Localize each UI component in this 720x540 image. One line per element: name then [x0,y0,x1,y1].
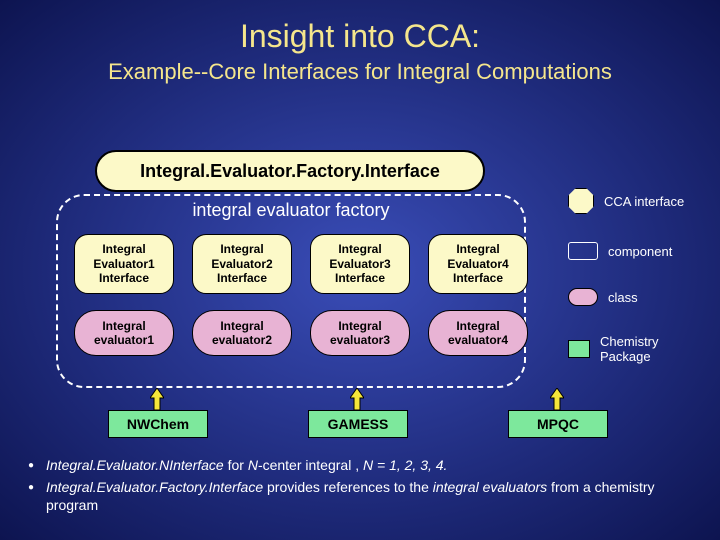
bullet-2: Integral.Evaluator.Factory.Interface pro… [28,478,700,514]
evaluator1-interface-box: Integral Evaluator1 Interface [74,234,174,294]
text: -center integral , [258,457,363,473]
evaluator3-class-box: Integral evaluator3 [310,310,410,356]
text: N [248,457,258,473]
bullet-1: Integral.Evaluator.NInterface for N-cent… [28,456,700,474]
class-row: Integral evaluator1 Integral evaluator2 … [74,310,528,356]
evaluator4-class-box: Integral evaluator4 [428,310,528,356]
octagon-icon [568,188,594,214]
evaluator3-interface-box: Integral Evaluator3 Interface [310,234,410,294]
legend-class: class [568,288,708,306]
legend-chemistry-package: Chemistry Package [568,334,708,364]
text: provides references to the [263,479,433,495]
square-icon [568,340,590,358]
arrow-gamess [350,388,364,410]
arrow-nwchem [150,388,164,410]
text: N = 1, 2, 3, 4. [363,457,447,473]
text: integral evaluators [433,479,547,495]
package-row: NWChem GAMESS MPQC [108,410,608,438]
bullet-list: Integral.Evaluator.NInterface for N-cent… [28,456,700,519]
legend-label: component [608,244,672,259]
package-nwchem: NWChem [108,410,208,438]
evaluator1-class-box: Integral evaluator1 [74,310,174,356]
slide-title: Insight into CCA: [0,0,720,55]
factory-interface-box: Integral.Evaluator.Factory.Interface [95,150,485,192]
legend-component: component [568,242,708,260]
package-mpqc: MPQC [508,410,608,438]
legend-label: Chemistry Package [600,334,708,364]
text: for [224,457,248,473]
evaluator2-interface-box: Integral Evaluator2 Interface [192,234,292,294]
slide-subtitle: Example--Core Interfaces for Integral Co… [0,55,720,85]
evaluator4-interface-box: Integral Evaluator4 Interface [428,234,528,294]
legend-label: CCA interface [604,194,684,209]
legend: CCA interface component class Chemistry … [568,188,708,392]
package-gamess: GAMESS [308,410,408,438]
text: Integral.Evaluator.NInterface [46,457,224,473]
arrow-mpqc [550,388,564,410]
legend-label: class [608,290,638,305]
text: Integral.Evaluator.Factory.Interface [46,479,263,495]
legend-cca-interface: CCA interface [568,188,708,214]
factory-label: integral evaluator factory [56,200,526,221]
evaluator2-class-box: Integral evaluator2 [192,310,292,356]
rect-icon [568,242,598,260]
pill-icon [568,288,598,306]
interface-row: Integral Evaluator1 Interface Integral E… [74,234,528,294]
